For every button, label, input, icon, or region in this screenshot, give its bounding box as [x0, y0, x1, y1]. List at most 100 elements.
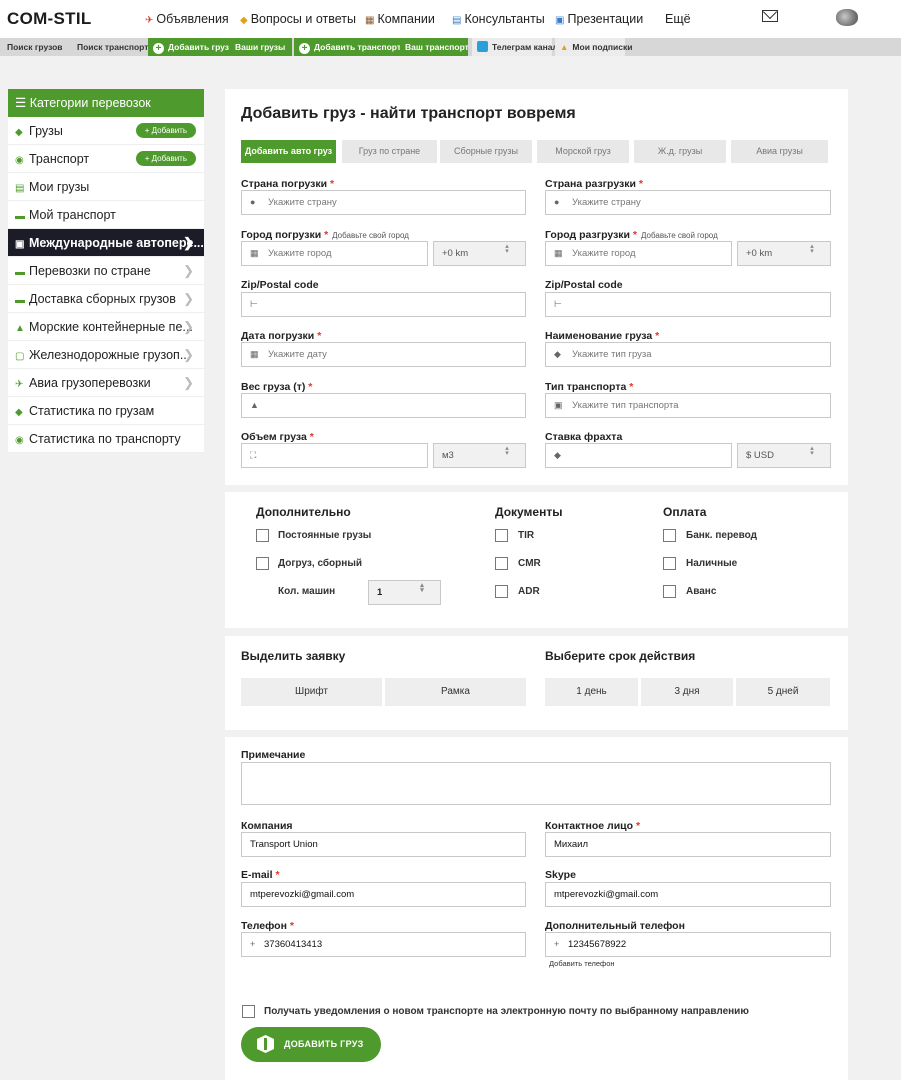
tab-domestic-cargo[interactable]: Груз по стране — [342, 140, 437, 163]
checkbox-groupage[interactable] — [256, 557, 269, 570]
cars-count-select[interactable]: 1 — [368, 580, 441, 605]
subnav-your-transport[interactable]: Ваш транспорт — [400, 38, 469, 56]
contact-person-input[interactable]: Михаил — [545, 832, 831, 857]
checkbox-bank-transfer[interactable] — [663, 529, 676, 542]
tab-auto-cargo[interactable]: Добавить авто груз — [241, 140, 336, 163]
sidebar-item-air[interactable]: ✈ Авиа грузоперевозки ❯ — [8, 369, 204, 397]
highlight-font-button[interactable]: Шрифт — [241, 678, 382, 706]
sidebar-item-transport-stats[interactable]: ◉ Статистика по транспорту — [8, 425, 204, 453]
sidebar-item-transport[interactable]: ◉ Транспорт + Добавить — [8, 145, 204, 173]
checkbox-adr[interactable] — [495, 585, 508, 598]
sidebar-item-domestic[interactable]: ▬ Перевозки по стране ❯ — [8, 257, 204, 285]
skype-label: Skype — [545, 869, 576, 881]
volume-unit-select[interactable]: м3 — [433, 443, 526, 468]
checkbox-cmr[interactable] — [495, 557, 508, 570]
nav-ads[interactable]: ✈ Объявления — [145, 12, 229, 26]
unload-country-input[interactable]: ● Укажите страну — [545, 190, 831, 215]
nav-companies[interactable]: ▦ Компании — [365, 12, 435, 26]
rate-input[interactable]: ◆ — [545, 443, 732, 468]
sidebar-item-sea[interactable]: ▲ Морские контейнерные пе... ❯ — [8, 313, 204, 341]
cargo-name-input[interactable]: ◆ Укажите тип груза — [545, 342, 831, 367]
weight-icon: ▲ — [250, 400, 259, 410]
nav-more[interactable]: Ещё — [665, 12, 691, 26]
tab-rail-cargo[interactable]: Ж.д. грузы — [634, 140, 726, 163]
ship-icon: ▲ — [15, 323, 25, 334]
sidebar-item-my-transport[interactable]: ▬ Мой транспорт — [8, 201, 204, 229]
truck-icon: ▣ — [554, 400, 563, 410]
avatar[interactable] — [836, 9, 858, 26]
sidebar-item-cargo[interactable]: ◆ Грузы + Добавить — [8, 117, 204, 145]
tab-groupage-cargo[interactable]: Сборные грузы — [440, 140, 532, 163]
checkbox-advance[interactable] — [663, 585, 676, 598]
add-phone-link[interactable]: Добавить телефон — [549, 959, 615, 968]
email-input[interactable]: mtperevozki@gmail.com — [241, 882, 526, 907]
phone2-label: Дополнительный телефон — [545, 920, 685, 932]
signpost-icon: ⊢ — [554, 299, 562, 309]
unload-city-input[interactable]: ▦ Укажите город — [545, 241, 732, 266]
subnav-add-transport[interactable]: + Добавить транспорт — [294, 38, 401, 56]
note-textarea[interactable] — [241, 762, 831, 805]
truck-icon: ▬ — [15, 267, 25, 278]
load-radius-select[interactable]: +0 km — [433, 241, 526, 266]
checkbox-tir[interactable] — [495, 529, 508, 542]
additional-heading: Дополнительно — [256, 505, 351, 519]
duration-1-day-button[interactable]: 1 день — [545, 678, 638, 706]
add-cargo-button[interactable]: + Добавить — [135, 123, 196, 138]
train-icon: ▢ — [15, 351, 25, 362]
cars-count-label: Кол. машин — [278, 586, 336, 597]
telegram-icon — [477, 41, 488, 52]
site-logo[interactable]: COM-STIL — [7, 9, 92, 29]
load-date-input[interactable]: ▦ Укажите дату — [241, 342, 526, 367]
checkbox-cash[interactable] — [663, 557, 676, 570]
transport-type-label: Тип транспорта * — [545, 381, 634, 393]
unload-zip-input[interactable]: ⊢ — [545, 292, 831, 317]
currency-select[interactable]: $ USD — [737, 443, 831, 468]
subnav-telegram[interactable]: Телеграм канал — [472, 38, 558, 56]
tab-air-cargo[interactable]: Авиа грузы — [731, 140, 828, 163]
phone2-input[interactable]: +12345678922 — [545, 932, 831, 957]
checkbox-permanent-cargo[interactable] — [256, 529, 269, 542]
skype-input[interactable]: mtperevozki@gmail.com — [545, 882, 831, 907]
sidebar-item-groupage[interactable]: ▬ Доставка сборных грузов ❯ — [8, 285, 204, 313]
city-icon: ▦ — [554, 248, 563, 258]
sidebar-item-my-cargo[interactable]: ▤ Мои грузы — [8, 173, 204, 201]
transport-type-input[interactable]: ▣ Укажите тип транспорта — [545, 393, 831, 418]
mail-icon[interactable] — [762, 10, 778, 22]
weight-input[interactable]: ▲ — [241, 393, 526, 418]
nav-consultants[interactable]: ▤ Консультанты — [452, 12, 545, 26]
subnav-search-cargo[interactable]: Поиск грузов — [2, 38, 68, 56]
sidebar-item-rail[interactable]: ▢ Железнодорожные грузоп... ❯ — [8, 341, 204, 369]
subnav-search-transport[interactable]: Поиск транспорта — [72, 38, 158, 56]
subnav-add-cargo[interactable]: + Добавить груз — [148, 38, 230, 56]
sidebar-item-international[interactable]: ▣ Международные автопере... ❯ — [8, 229, 204, 257]
unload-radius-select[interactable]: +0 km — [737, 241, 831, 266]
checkbox-notify[interactable] — [242, 1005, 255, 1018]
duration-3-days-button[interactable]: 3 дня — [641, 678, 733, 706]
tab-sea-cargo[interactable]: Морской груз — [537, 140, 629, 163]
duration-5-days-button[interactable]: 5 дней — [736, 678, 830, 706]
load-city-label: Город погрузки * Добавьте свой город — [241, 229, 409, 241]
unload-city-label: Город разгрузки * Добавьте свой город — [545, 229, 718, 241]
cash-label: Наличные — [686, 558, 738, 569]
nav-qa[interactable]: ◆ Вопросы и ответы — [240, 12, 356, 26]
load-country-input[interactable]: ● Укажите страну — [241, 190, 526, 215]
subnav-subscriptions[interactable]: ▲ Мои подписки — [555, 38, 632, 56]
sidebar-item-cargo-stats[interactable]: ◆ Статистика по грузам — [8, 397, 204, 425]
load-city-input[interactable]: ▦ Укажите город — [241, 241, 428, 266]
subnav-your-cargo[interactable]: Ваши грузы — [230, 38, 292, 56]
volume-input[interactable]: ⛶ — [241, 443, 428, 468]
highlight-frame-button[interactable]: Рамка — [385, 678, 526, 706]
box-icon: ◆ — [15, 127, 23, 138]
chat-icon: ◆ — [240, 15, 248, 26]
phone-input[interactable]: +37360413413 — [241, 932, 526, 957]
building-icon: ▦ — [365, 15, 375, 26]
email-label: E-mail * — [241, 869, 280, 881]
add-transport-button[interactable]: + Добавить — [135, 151, 196, 166]
company-input[interactable]: Transport Union — [241, 832, 526, 857]
nav-presentations[interactable]: ▣ Презентации — [555, 12, 643, 26]
note-label: Примечание — [241, 749, 306, 761]
box-icon — [257, 1035, 274, 1053]
add-cargo-submit-button[interactable]: ДОБАВИТЬ ГРУЗ — [241, 1027, 381, 1062]
bell-icon: ▲ — [560, 42, 569, 52]
load-zip-input[interactable]: ⊢ — [241, 292, 526, 317]
